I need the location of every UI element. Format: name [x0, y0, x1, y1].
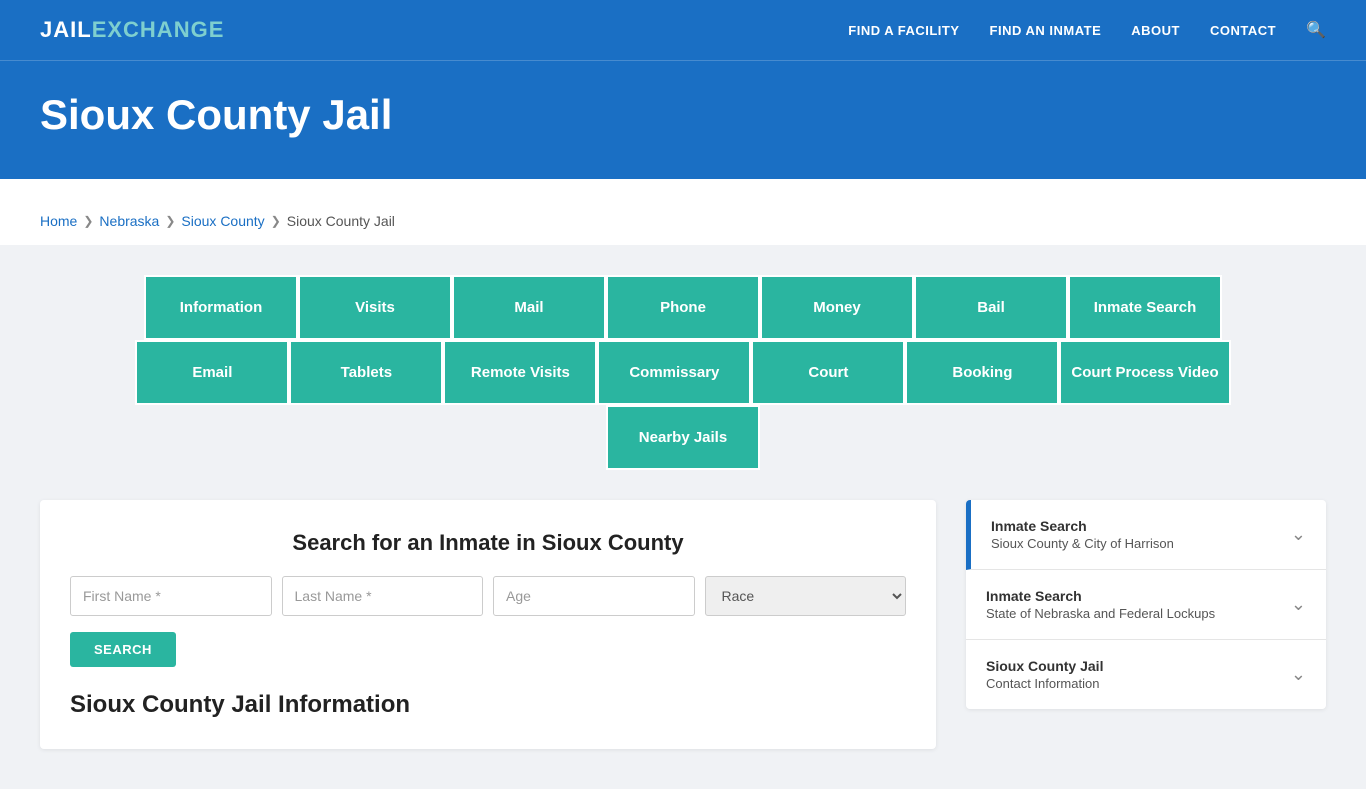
button-row-3: Nearby Jails: [606, 405, 760, 470]
btn-commissary[interactable]: Commissary: [597, 340, 751, 405]
sidenav-sub-0: Sioux County & City of Harrison: [991, 536, 1174, 551]
nav-find-facility[interactable]: FIND A FACILITY: [848, 23, 959, 38]
sidenav-sub-2: Contact Information: [986, 676, 1103, 691]
button-row-2: Email Tablets Remote Visits Commissary C…: [135, 340, 1230, 405]
button-grid: Information Visits Mail Phone Money Bail…: [40, 275, 1326, 470]
breadcrumb-home[interactable]: Home: [40, 213, 77, 229]
bottom-section: Search for an Inmate in Sioux County Rac…: [40, 500, 1326, 749]
info-section-heading: Sioux County Jail Information: [70, 691, 906, 719]
btn-bail[interactable]: Bail: [914, 275, 1068, 340]
nav-find-inmate[interactable]: FIND AN INMATE: [990, 23, 1102, 38]
header-search-button[interactable]: 🔍: [1306, 20, 1326, 40]
search-submit-button[interactable]: SEARCH: [70, 632, 176, 667]
btn-remote-visits[interactable]: Remote Visits: [443, 340, 597, 405]
sidenav-item-1[interactable]: Inmate Search State of Nebraska and Fede…: [966, 570, 1326, 640]
chevron-icon-1: ⌄: [1291, 594, 1306, 615]
main-nav: FIND A FACILITY FIND AN INMATE ABOUT CON…: [848, 20, 1326, 40]
chevron-icon-0: ⌄: [1291, 524, 1306, 545]
nav-about[interactable]: ABOUT: [1131, 23, 1180, 38]
header: JAILEXCHANGE FIND A FACILITY FIND AN INM…: [0, 0, 1366, 60]
button-row-1: Information Visits Mail Phone Money Bail…: [144, 275, 1222, 340]
sidenav-item-2[interactable]: Sioux County Jail Contact Information ⌄: [966, 640, 1326, 709]
sidenav-item-0[interactable]: Inmate Search Sioux County & City of Har…: [966, 500, 1326, 570]
sidenav-title-2: Sioux County Jail: [986, 658, 1103, 674]
btn-information[interactable]: Information: [144, 275, 298, 340]
search-title: Search for an Inmate in Sioux County: [70, 530, 906, 556]
breadcrumb-sep-2: ❯: [165, 214, 175, 228]
btn-inmate-search[interactable]: Inmate Search: [1068, 275, 1222, 340]
search-panel: Search for an Inmate in Sioux County Rac…: [40, 500, 936, 749]
breadcrumb-sioux-county[interactable]: Sioux County: [181, 213, 264, 229]
search-fields: Race White Black Hispanic Asian Other: [70, 576, 906, 616]
btn-booking[interactable]: Booking: [905, 340, 1059, 405]
btn-phone[interactable]: Phone: [606, 275, 760, 340]
btn-court[interactable]: Court: [751, 340, 905, 405]
page-title: Sioux County Jail: [40, 91, 1326, 139]
logo-exchange: EXCHANGE: [92, 17, 225, 42]
btn-money[interactable]: Money: [760, 275, 914, 340]
sidenav-title-1: Inmate Search: [986, 588, 1215, 604]
logo-jail: JAIL: [40, 17, 92, 42]
content-area: Information Visits Mail Phone Money Bail…: [0, 245, 1366, 789]
breadcrumb-bar: Home ❯ Nebraska ❯ Sioux County ❯ Sioux C…: [0, 179, 1366, 245]
breadcrumb-sep-1: ❯: [83, 214, 93, 228]
sidenav-title-0: Inmate Search: [991, 518, 1174, 534]
chevron-icon-2: ⌄: [1291, 664, 1306, 685]
btn-email[interactable]: Email: [135, 340, 289, 405]
breadcrumb-sep-3: ❯: [271, 214, 281, 228]
btn-tablets[interactable]: Tablets: [289, 340, 443, 405]
last-name-input[interactable]: [282, 576, 484, 616]
btn-nearby-jails[interactable]: Nearby Jails: [606, 405, 760, 470]
age-input[interactable]: [493, 576, 695, 616]
btn-mail[interactable]: Mail: [452, 275, 606, 340]
nav-contact[interactable]: CONTACT: [1210, 23, 1276, 38]
btn-court-process-video[interactable]: Court Process Video: [1059, 340, 1230, 405]
race-select[interactable]: Race White Black Hispanic Asian Other: [705, 576, 907, 616]
sidenav-sub-1: State of Nebraska and Federal Lockups: [986, 606, 1215, 621]
logo: JAILEXCHANGE: [40, 17, 224, 43]
breadcrumb: Home ❯ Nebraska ❯ Sioux County ❯ Sioux C…: [40, 197, 1326, 245]
breadcrumb-nebraska[interactable]: Nebraska: [99, 213, 159, 229]
sidenav-panel: Inmate Search Sioux County & City of Har…: [966, 500, 1326, 709]
breadcrumb-current: Sioux County Jail: [287, 213, 395, 229]
hero-section: Sioux County Jail: [0, 60, 1366, 179]
first-name-input[interactable]: [70, 576, 272, 616]
btn-visits[interactable]: Visits: [298, 275, 452, 340]
